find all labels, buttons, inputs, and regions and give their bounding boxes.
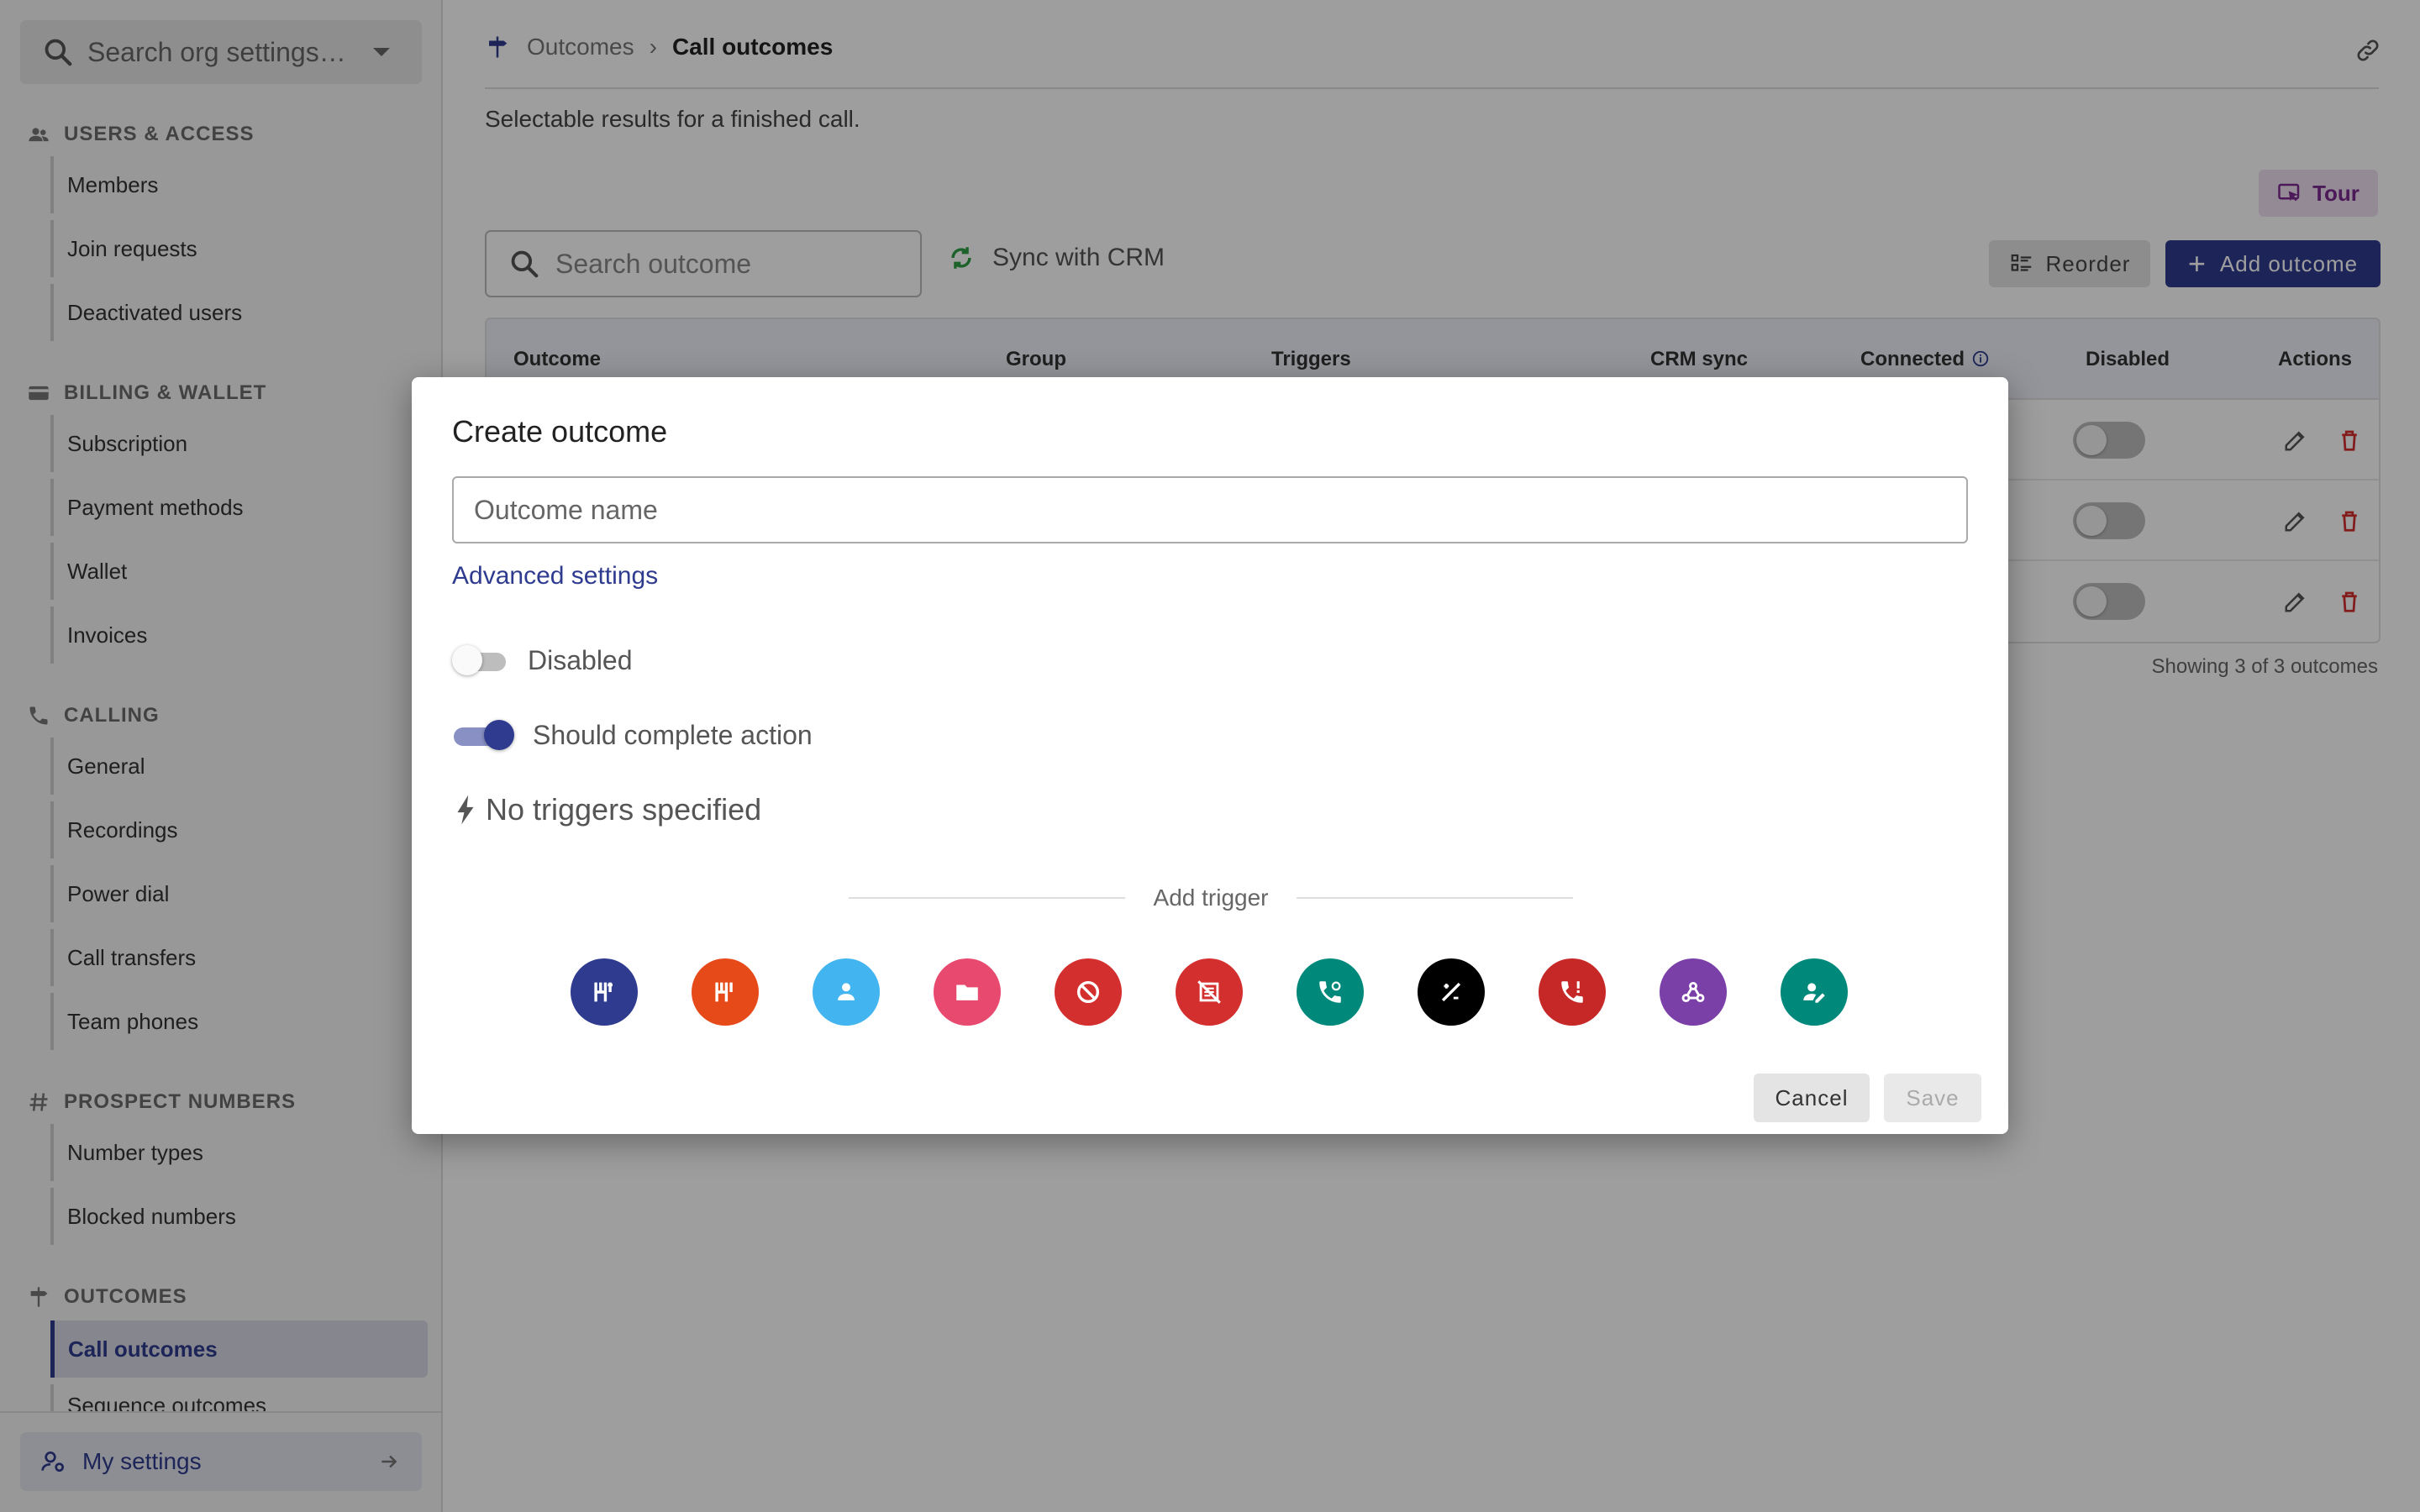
- no-call-icon: [1197, 980, 1221, 1004]
- webhook-icon: [1681, 981, 1705, 1003]
- disabled-switch[interactable]: [452, 643, 509, 677]
- complete-action-switch[interactable]: [452, 718, 514, 752]
- no-answer-icon: [1441, 982, 1461, 1002]
- sequence-stop-icon: [715, 982, 733, 1002]
- sequence-start-trigger[interactable]: [571, 958, 638, 1026]
- assign-user-icon: [1803, 983, 1825, 1003]
- block-icon: [1076, 980, 1100, 1004]
- create-outcome-dialog: Create outcome Advanced settings Disable…: [412, 377, 2008, 1134]
- webhook-trigger[interactable]: [1660, 958, 1727, 1026]
- callback-icon: [1319, 981, 1341, 1003]
- block-trigger[interactable]: [1055, 958, 1122, 1026]
- urgent-call-trigger[interactable]: [1539, 958, 1606, 1026]
- outcome-name-input[interactable]: [452, 476, 1968, 543]
- add-trigger-label: Add trigger: [1153, 885, 1269, 911]
- urgent-call-icon: [1561, 981, 1583, 1003]
- no-triggers-message: No triggers specified: [454, 792, 761, 827]
- no-answer-trigger[interactable]: [1418, 958, 1485, 1026]
- sequence-stop-trigger[interactable]: [692, 958, 759, 1026]
- lightning-icon: [457, 795, 474, 825]
- disabled-switch-row: Disabled: [452, 643, 633, 677]
- sequence-start-icon: [594, 982, 613, 1002]
- folder-icon: [956, 984, 978, 1000]
- complete-action-switch-row: Should complete action: [452, 718, 813, 752]
- folder-trigger[interactable]: [934, 958, 1001, 1026]
- complete-action-label: Should complete action: [533, 719, 813, 750]
- no-call-trigger[interactable]: [1176, 958, 1243, 1026]
- advanced-settings-link[interactable]: Advanced settings: [452, 562, 658, 591]
- cancel-button[interactable]: Cancel: [1754, 1074, 1870, 1122]
- callback-trigger[interactable]: [1297, 958, 1364, 1026]
- trigger-options: [571, 958, 1848, 1026]
- contact-icon: [838, 983, 855, 1000]
- add-trigger-divider: Add trigger: [849, 885, 1573, 911]
- assign-user-trigger[interactable]: [1781, 958, 1848, 1026]
- contact-trigger[interactable]: [813, 958, 880, 1026]
- no-triggers-text: No triggers specified: [486, 792, 762, 827]
- save-button[interactable]: Save: [1884, 1074, 1981, 1122]
- disabled-switch-label: Disabled: [528, 644, 633, 675]
- dialog-title: Create outcome: [452, 414, 668, 449]
